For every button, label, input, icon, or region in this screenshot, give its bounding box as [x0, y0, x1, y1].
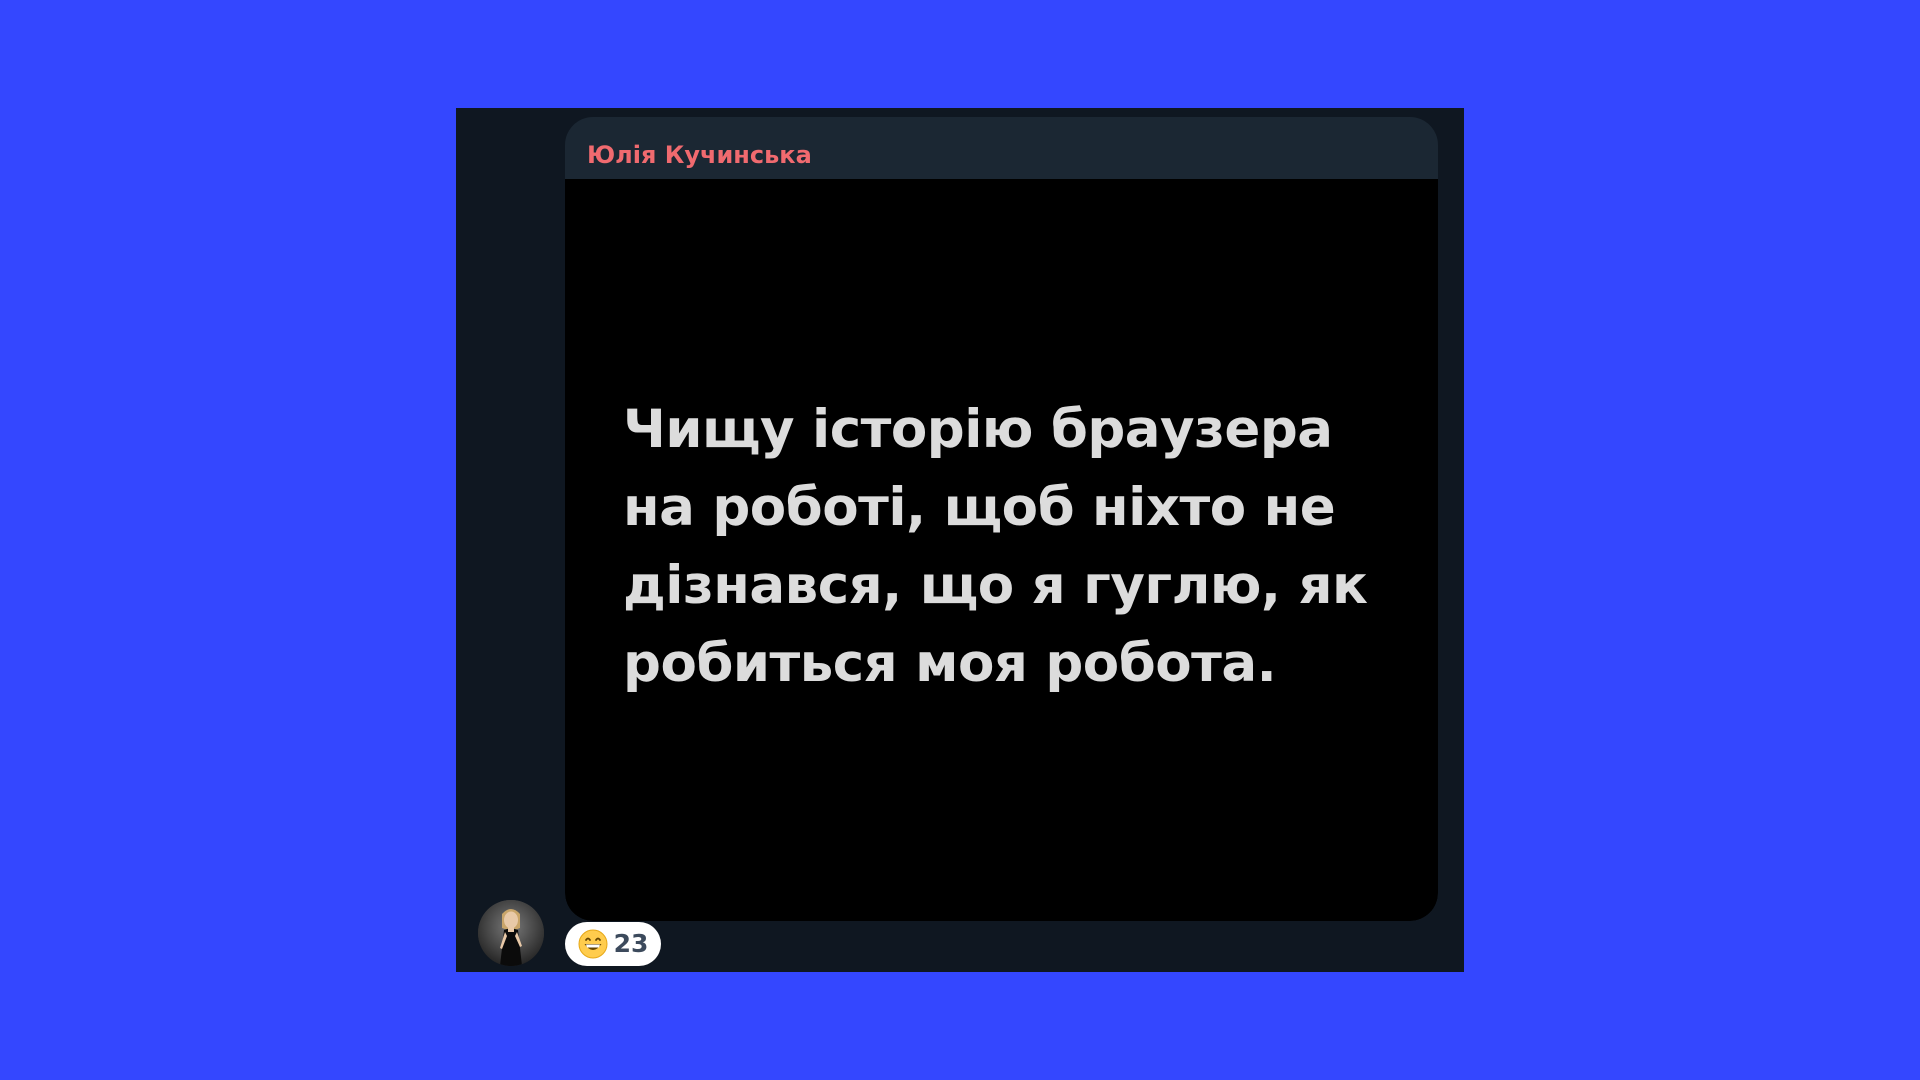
avatar[interactable] — [478, 900, 544, 966]
avatar-person-icon — [478, 900, 544, 966]
image-caption-text: Чищу історію браузера на роботі, щоб ніх… — [623, 391, 1393, 703]
sender-name[interactable]: Юлія Кучинська — [587, 135, 812, 175]
grinning-face-icon — [578, 929, 608, 959]
image-text-line: на роботі, щоб ніхто не — [623, 477, 1336, 538]
image-text-line: Чищу історію браузера — [623, 399, 1333, 460]
reaction-button[interactable]: 23 — [565, 922, 661, 966]
chat-window: Юлія Кучинська Чищу історію браузера на … — [456, 108, 1464, 972]
image-text-line: дізнався, що я гуглю, як — [623, 555, 1368, 616]
reaction-count: 23 — [613, 929, 649, 958]
message-bubble[interactable]: Юлія Кучинська Чищу історію браузера на … — [565, 117, 1438, 921]
image-text-line: робиться моя робота. — [623, 633, 1277, 694]
message-image[interactable]: Чищу історію браузера на роботі, щоб ніх… — [565, 179, 1438, 921]
